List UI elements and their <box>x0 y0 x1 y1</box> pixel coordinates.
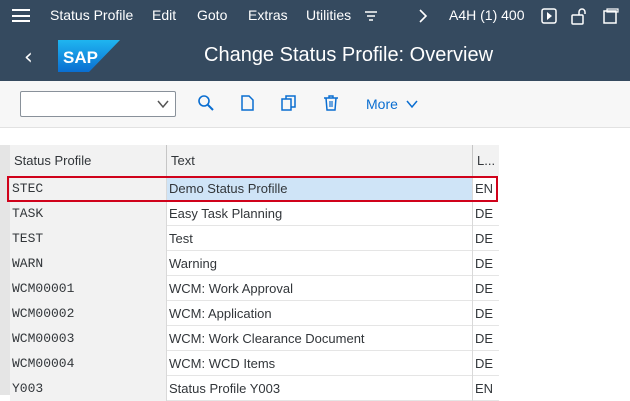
command-field-icon[interactable] <box>364 9 378 23</box>
highlight-box <box>7 176 498 202</box>
table-row[interactable]: WCM00001 WCM: Work Approval DE <box>10 276 499 301</box>
cell-language[interactable]: DE <box>473 326 499 351</box>
more-window-icon[interactable] <box>603 8 619 24</box>
chevron-right-icon[interactable] <box>418 9 428 23</box>
table-row[interactable]: WCM00003 WCM: Work Clearance Document DE <box>10 326 499 351</box>
menu-utilities[interactable]: Utilities <box>306 7 351 23</box>
cell-text[interactable]: Easy Task Planning <box>167 201 473 226</box>
cell-language[interactable]: DE <box>473 301 499 326</box>
cell-language[interactable]: DE <box>473 351 499 376</box>
variant-dropdown[interactable] <box>20 91 176 117</box>
cell-text[interactable]: WCM: Work Approval <box>167 276 473 301</box>
menu-bar: Status Profile Edit Goto Extras Utilitie… <box>0 0 630 31</box>
execute-icon[interactable] <box>541 8 557 24</box>
find-icon[interactable] <box>197 94 215 112</box>
cell-status-profile[interactable]: Y003 <box>10 376 167 401</box>
title-bar: ‹ SAP Change Status Profile: Overview <box>0 31 630 81</box>
column-header-status-profile[interactable]: Status Profile <box>10 145 167 177</box>
more-button[interactable]: More <box>366 96 418 112</box>
copy-icon[interactable] <box>280 94 298 112</box>
delete-icon[interactable] <box>322 94 340 112</box>
more-chevron-down-icon <box>406 100 418 109</box>
logo-text: SAP <box>63 48 98 67</box>
cell-language[interactable]: DE <box>473 226 499 251</box>
table-row[interactable]: Y003 Status Profile Y003 EN <box>10 376 499 401</box>
cell-status-profile[interactable]: TASK <box>10 201 167 226</box>
system-info[interactable]: A4H (1) 400 <box>449 7 524 23</box>
cell-status-profile[interactable]: WCM00004 <box>10 351 167 376</box>
more-label: More <box>366 96 398 112</box>
cell-status-profile[interactable]: WARN <box>10 251 167 276</box>
cell-status-profile[interactable]: TEST <box>10 226 167 251</box>
cell-text[interactable]: Status Profile Y003 <box>167 376 473 401</box>
cell-language[interactable]: DE <box>473 201 499 226</box>
unlock-icon[interactable] <box>571 7 589 25</box>
menu-goto[interactable]: Goto <box>197 7 227 23</box>
cell-text[interactable]: Test <box>167 226 473 251</box>
sap-logo: SAP <box>58 40 120 72</box>
cell-status-profile[interactable]: WCM00001 <box>10 276 167 301</box>
menu-extras[interactable]: Extras <box>248 7 288 23</box>
table-row[interactable]: TEST Test DE <box>10 226 499 251</box>
table-row[interactable]: WARN Warning DE <box>10 251 499 276</box>
menu-edit[interactable]: Edit <box>152 7 176 23</box>
chevron-down-icon <box>157 100 169 109</box>
toolbar: More <box>0 81 630 128</box>
page-title: Change Status Profile: Overview <box>204 44 494 66</box>
menu-icon[interactable] <box>12 9 30 22</box>
cell-text[interactable]: WCM: Application <box>167 301 473 326</box>
cell-language[interactable]: DE <box>473 251 499 276</box>
new-document-icon[interactable] <box>238 94 256 112</box>
cell-language[interactable]: DE <box>473 276 499 301</box>
cell-status-profile[interactable]: WCM00003 <box>10 326 167 351</box>
table-row[interactable]: TASK Easy Task Planning DE <box>10 201 499 226</box>
table-row[interactable]: WCM00004 WCM: WCD Items DE <box>10 351 499 376</box>
table-row[interactable]: WCM00002 WCM: Application DE <box>10 301 499 326</box>
cell-language[interactable]: EN <box>473 376 499 401</box>
cell-status-profile[interactable]: WCM00002 <box>10 301 167 326</box>
column-header-language[interactable]: L... <box>473 145 499 177</box>
menu-status-profile[interactable]: Status Profile <box>50 7 133 23</box>
cell-text[interactable]: Warning <box>167 251 473 276</box>
cell-text[interactable]: WCM: Work Clearance Document <box>167 326 473 351</box>
back-icon[interactable]: ‹ <box>24 45 33 70</box>
column-header-text[interactable]: Text <box>167 145 473 177</box>
cell-text[interactable]: WCM: WCD Items <box>167 351 473 376</box>
